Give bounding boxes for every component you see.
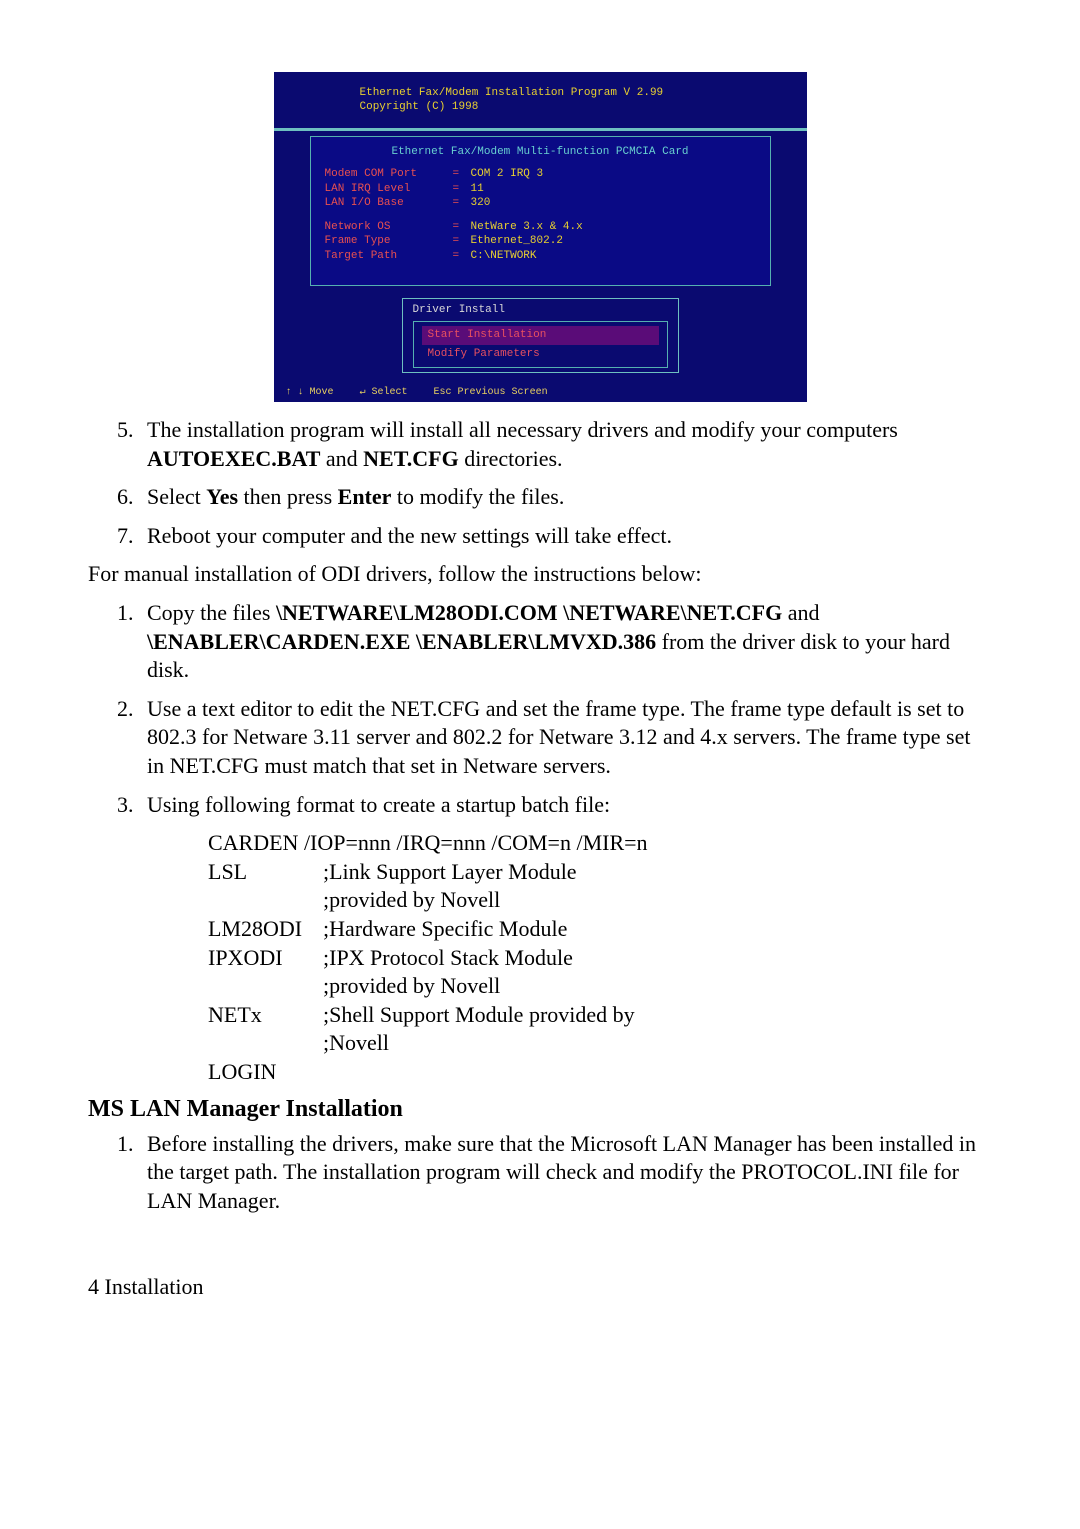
installer-titlebar: Ethernet Fax/Modem Installation Program … <box>274 72 807 130</box>
batch-row: LSL;Link Support Layer Module <box>208 858 992 887</box>
driver-install-box: Driver Install Start Installation Modify… <box>402 298 679 373</box>
panel-rows-2: Network OS=NetWare 3.x & 4.x Frame Type=… <box>325 220 756 263</box>
section-heading-ms-lan: MS LAN Manager Installation <box>88 1094 992 1125</box>
installer-title-line1: Ethernet Fax/Modem Installation Program … <box>360 86 807 100</box>
batch-row: LOGIN <box>208 1058 992 1087</box>
step-text: Select Yes then press Enter to modify th… <box>147 484 564 509</box>
installer-screenshot: Ethernet Fax/Modem Installation Program … <box>274 72 807 402</box>
batch-row: ;provided by Novell <box>208 886 992 915</box>
installer-panel: Ethernet Fax/Modem Multi-function PCMCIA… <box>310 136 771 286</box>
separator <box>274 128 807 131</box>
config-row: Network OS=NetWare 3.x & 4.x <box>325 220 756 234</box>
batch-line-carden: CARDEN /IOP=nnn /IRQ=nnn /COM=n /MIR=n <box>208 829 992 858</box>
config-row: LAN IRQ Level=11 <box>325 182 756 196</box>
batch-row: LM28ODI;Hardware Specific Module <box>208 915 992 944</box>
driver-install-title: Driver Install <box>413 303 668 317</box>
panel-rows-1: Modem COM Port=COM 2 IRQ 3 LAN IRQ Level… <box>325 167 756 210</box>
manual-step-2: Use a text editor to edit the NET.CFG an… <box>139 695 992 781</box>
step-text: Using following format to create a start… <box>147 792 610 817</box>
manual-step-3: Using following format to create a start… <box>139 791 992 820</box>
hint-move: ↑ ↓ Move <box>286 386 334 402</box>
config-row: Target Path=C:\NETWORK <box>325 249 756 263</box>
ms-lan-steps-list: Before installing the drivers, make sure… <box>88 1130 992 1216</box>
ms-lan-step-1: Before installing the drivers, make sure… <box>139 1130 992 1216</box>
menu-modify-parameters[interactable]: Modify Parameters <box>422 345 659 363</box>
batch-row: NETx;Shell Support Module provided by <box>208 1001 992 1030</box>
driver-install-menu: Start Installation Modify Parameters <box>413 321 668 368</box>
panel-title: Ethernet Fax/Modem Multi-function PCMCIA… <box>325 145 756 159</box>
menu-start-installation[interactable]: Start Installation <box>422 326 659 344</box>
step-text: Copy the files \NETWARE\LM28ODI.COM \NET… <box>147 600 950 682</box>
batch-file-block: CARDEN /IOP=nnn /IRQ=nnn /COM=n /MIR=n L… <box>208 829 992 1086</box>
step-5: The installation program will install al… <box>139 416 992 473</box>
step-text: Reboot your computer and the new setting… <box>147 523 672 548</box>
config-row: Modem COM Port=COM 2 IRQ 3 <box>325 167 756 181</box>
page-footer: 4 Installation <box>88 1273 992 1302</box>
installer-footer: ↑ ↓ Move ↵ Select Esc Previous Screen <box>274 386 807 402</box>
steps-list-continued: The installation program will install al… <box>88 416 992 550</box>
manual-intro-paragraph: For manual installation of ODI drivers, … <box>88 560 992 589</box>
installer-title-line2: Copyright (C) 1998 <box>360 100 807 114</box>
step-7: Reboot your computer and the new setting… <box>139 522 992 551</box>
batch-row: IPXODI;IPX Protocol Stack Module <box>208 944 992 973</box>
step-text: Before installing the drivers, make sure… <box>147 1131 976 1213</box>
step-6: Select Yes then press Enter to modify th… <box>139 483 992 512</box>
batch-row: ;provided by Novell <box>208 972 992 1001</box>
manual-step-1: Copy the files \NETWARE\LM28ODI.COM \NET… <box>139 599 992 685</box>
hint-esc: Esc Previous Screen <box>434 386 548 402</box>
step-text: Use a text editor to edit the NET.CFG an… <box>147 696 971 778</box>
config-row: Frame Type=Ethernet_802.2 <box>325 234 756 248</box>
step-text: The installation program will install al… <box>147 417 898 471</box>
batch-row: ;Novell <box>208 1029 992 1058</box>
manual-steps-list: Copy the files \NETWARE\LM28ODI.COM \NET… <box>88 599 992 819</box>
config-row: LAN I/O Base=320 <box>325 196 756 210</box>
hint-select: ↵ Select <box>360 386 408 402</box>
